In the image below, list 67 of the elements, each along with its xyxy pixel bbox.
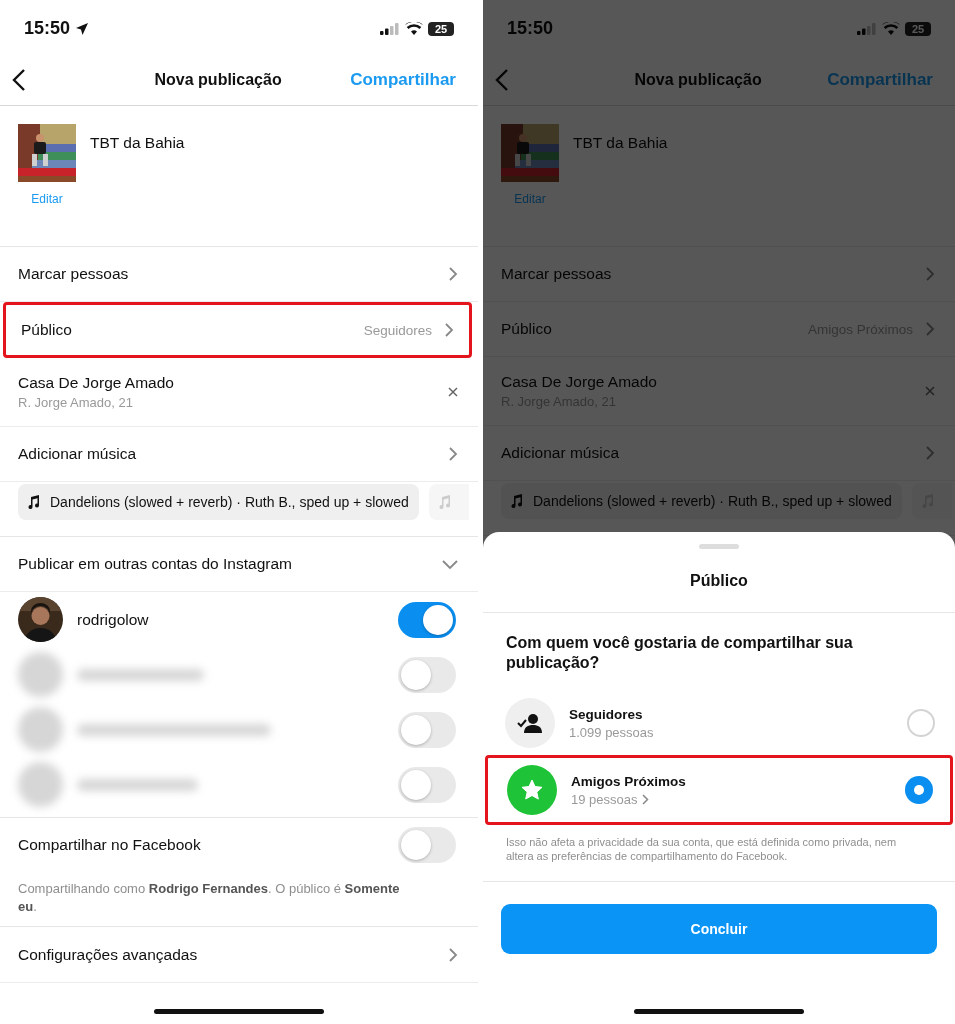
share-button[interactable]: Compartilhar: [827, 70, 933, 90]
caption-text: TBT da Bahia: [90, 134, 185, 153]
toggle-switch[interactable]: [398, 766, 456, 803]
row-label[interactable]: Configurações avançadas: [18, 945, 198, 964]
share-button[interactable]: Compartilhar: [350, 70, 456, 90]
row-label[interactable]: Adicionar música: [501, 444, 620, 462]
chevron-icon[interactable]: [925, 321, 935, 337]
back-icon[interactable]: [12, 68, 26, 92]
row-label[interactable]: Marcar pessoas: [501, 265, 612, 283]
edit-link[interactable]: Editar: [514, 192, 546, 206]
music-chip[interactable]: Dandelions (slowed + reverb) · Ruth B., sped up + slowed: [501, 483, 902, 519]
section-title: Publicar em outras contas do Instagram: [18, 555, 292, 573]
row-label[interactable]: Marcar pessoas: [18, 265, 129, 283]
sheet-handle[interactable]: [699, 544, 739, 549]
followers-icon: [505, 698, 555, 748]
status-time: 15:50: [507, 18, 554, 39]
edit-link[interactable]: Editar: [31, 192, 63, 206]
caption-text: TBT da Bahia: [573, 134, 668, 153]
music-note-icon: [511, 494, 523, 508]
option-label[interactable]: Amigos Próximos: [571, 773, 686, 789]
close-icon[interactable]: [448, 387, 458, 397]
music-chip[interactable]: [428, 484, 469, 520]
sheet-title: Público: [690, 571, 748, 590]
row-label[interactable]: Adicionar música: [18, 445, 137, 463]
chevron-icon[interactable]: [444, 322, 454, 338]
row-label[interactable]: Público: [501, 320, 552, 338]
toggle-switch[interactable]: [398, 656, 456, 693]
radio-button[interactable]: [905, 776, 933, 804]
sharing-note: Compartilhando como Rodrigo Fernandes. O público é Somente eu.: [0, 872, 478, 927]
option-count: 1.099 pessoas: [569, 724, 654, 740]
battery-level: 25: [905, 21, 931, 36]
done-button[interactable]: Concluir: [501, 904, 937, 954]
chevron-icon[interactable]: [641, 793, 649, 805]
option-count: 19 pessoas: [571, 791, 638, 807]
chevron-icon[interactable]: [448, 946, 458, 963]
toggle-switch[interactable]: [398, 711, 456, 748]
chevron-icon[interactable]: [448, 266, 458, 282]
toggle-switch[interactable]: [398, 601, 456, 638]
music-note-icon: [438, 495, 451, 509]
toggle-switch[interactable]: [398, 827, 456, 863]
location-name[interactable]: Casa De Jorge Amado: [501, 373, 657, 391]
music-note-icon: [28, 495, 40, 509]
location-address: R. Jorge Amado, 21: [18, 395, 134, 410]
close-icon[interactable]: [925, 386, 935, 396]
location-name[interactable]: Casa De Jorge Amado: [18, 374, 174, 392]
battery-level: 25: [428, 21, 454, 36]
screen-title: Nova publicação: [154, 71, 282, 89]
option-label[interactable]: Seguidores: [569, 706, 654, 722]
signal-icon: [857, 22, 877, 35]
music-chip[interactable]: Dandelions (slowed + reverb) · Ruth B., sped up + slowed: [18, 484, 419, 520]
row-label[interactable]: Público: [21, 321, 72, 339]
chevron-icon[interactable]: [448, 446, 458, 462]
music-track: Dandelions (slowed + reverb) · Ruth B., sped up + slowed: [50, 494, 409, 510]
account-username: rodrigolow: [77, 610, 149, 629]
privacy-note: Isso não afeta a privacidade da sua conta, que está definida como privada, nem altera as preferências de compartilhamento do Facebook.: [483, 835, 955, 882]
row-value: Seguidores: [363, 322, 432, 338]
wifi-icon: [405, 22, 423, 35]
chevron-icon[interactable]: [925, 266, 935, 282]
status-time: 15:50: [24, 18, 71, 39]
wifi-icon: [882, 22, 900, 35]
signal-icon: [380, 22, 400, 35]
facebook-label: Compartilhar no Facebook: [18, 836, 201, 854]
radio-button[interactable]: [907, 709, 935, 737]
music-track: Dandelions (slowed + reverb) · Ruth B., sped up + slowed: [533, 493, 892, 509]
screen-title: Nova publicação: [634, 71, 762, 89]
chevron-icon[interactable]: [925, 445, 935, 461]
sheet-question: Com quem você gostaria de compartilhar sua publicação?: [506, 633, 854, 673]
